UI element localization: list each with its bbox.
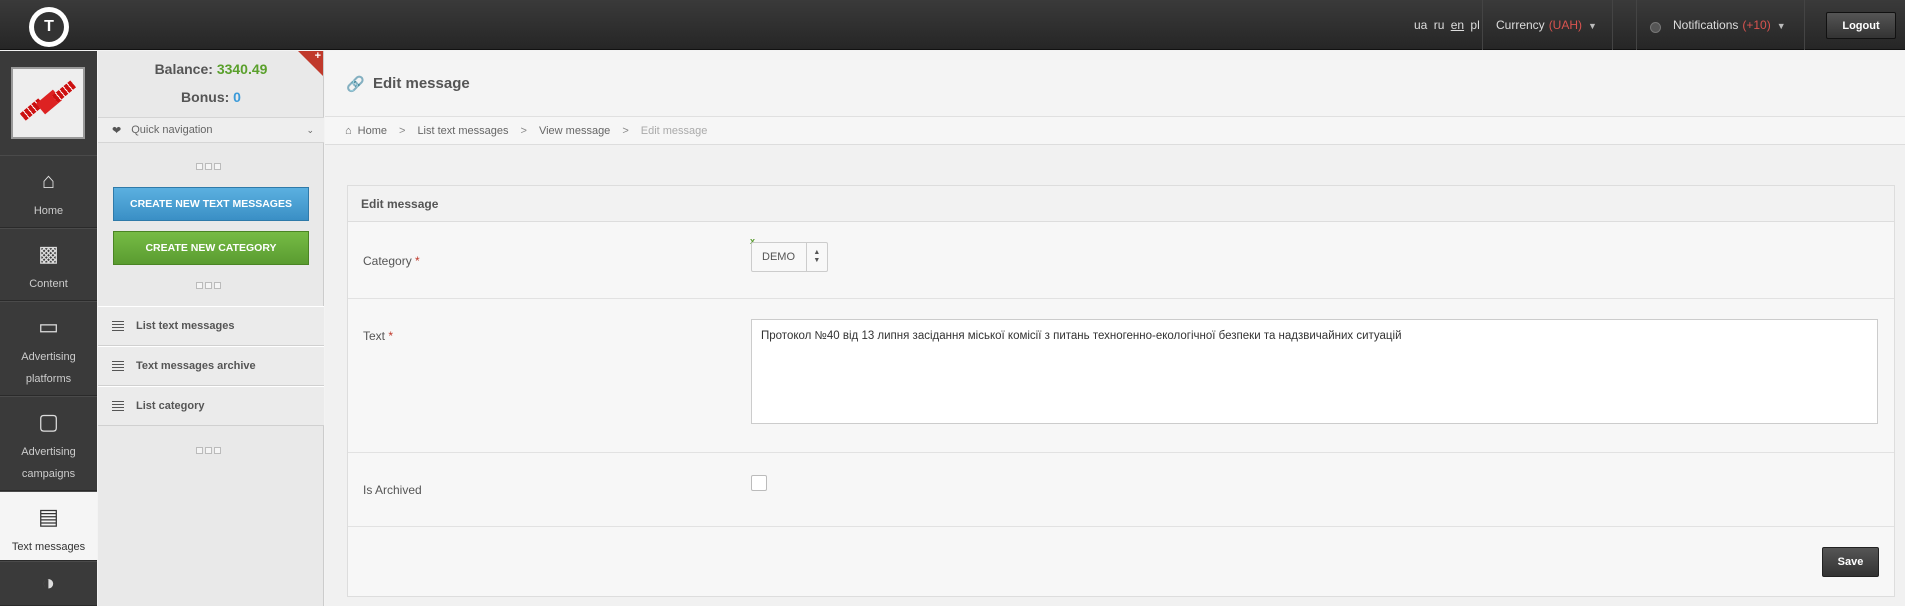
breadcrumb-home[interactable]: Home [358, 125, 387, 137]
text-messages-icon: ▤ [38, 504, 59, 529]
main-content: 🔗 Edit message ⌂ Home > List text messag… [325, 51, 1905, 606]
breadcrumb-list-text-messages[interactable]: List text messages [417, 125, 508, 137]
sidebar-link-label: List text messages [136, 320, 235, 332]
nav-label: Advertising campaigns [21, 446, 76, 480]
top-bar: T ua ru en pl Currency (UAH) ▼ Notificatio… [0, 0, 1905, 50]
save-button[interactable]: Save [1822, 547, 1879, 577]
edit-message-panel: Edit message Category * x DEMO ▲ ▼ Text *… [347, 185, 1895, 597]
monitor-icon: ▭ [38, 314, 59, 339]
chevron-down-icon: ▼ [1588, 21, 1597, 31]
lang-pl[interactable]: pl [1470, 18, 1479, 32]
panel-title: Edit message [348, 186, 1894, 222]
notification-icon [1650, 22, 1661, 33]
nav-label: Advertising platforms [21, 351, 76, 385]
logo-mark: T [34, 12, 64, 42]
home-icon: ⌂ [41, 168, 56, 193]
balance: Balance: 3340.49 [98, 61, 324, 77]
breadcrumb: ⌂ Home > List text messages > View messa… [325, 117, 1905, 145]
balance-label: Balance: [154, 61, 213, 77]
lang-ua[interactable]: ua [1414, 18, 1427, 32]
nav-text-messages[interactable]: ▤ Text messages [0, 491, 97, 561]
breadcrumb-separator: > [520, 124, 527, 137]
avatar[interactable] [11, 67, 85, 139]
resize-handle[interactable] [196, 163, 226, 171]
archived-checkbox[interactable] [751, 475, 767, 491]
currency-value: (UAH) [1548, 18, 1583, 32]
divider [1482, 0, 1483, 50]
quick-navigation-label: Quick navigation [131, 124, 213, 136]
video-camera-icon: ▩ [38, 241, 59, 266]
link-icon: 🔗 [346, 76, 365, 93]
notifications-label: Notifications [1673, 18, 1739, 32]
page-header: 🔗 Edit message [325, 51, 1905, 117]
nav-label: Home [33, 205, 64, 217]
nav-advertising-platforms[interactable]: ▭ Advertising platforms [0, 301, 97, 396]
text-field[interactable]: Протокол №40 від 13 липня засідання місь… [751, 319, 1878, 424]
nav-label: Content [29, 278, 68, 290]
divider [1636, 0, 1637, 50]
logout-button[interactable]: Logout [1826, 12, 1896, 39]
home-icon: ⌂ [345, 124, 352, 137]
create-category-button[interactable]: CREATE NEW CATEGORY [113, 231, 309, 265]
app-logo[interactable]: T [29, 7, 69, 47]
list-icon [112, 361, 124, 371]
category-row: Category * x DEMO ▲ ▼ [348, 223, 1894, 299]
list-bullets-icon [112, 401, 124, 411]
icon-sidebar: ⌂ Home ▩ Content ▭ Advertising platforms… [0, 51, 97, 606]
currency-label: Currency [1496, 18, 1545, 32]
bonus-value: 0 [233, 89, 241, 105]
folder-icon: ▢ [38, 409, 59, 434]
bonus: Bonus: 0 [98, 89, 324, 105]
nav-advertising-campaigns[interactable]: ▢ Advertising campaigns [0, 396, 97, 491]
nav-home[interactable]: ⌂ Home [0, 155, 97, 228]
sidebar-link-label: Text messages archive [136, 360, 256, 372]
currency-dropdown[interactable]: Currency (UAH) ▼ [1496, 18, 1597, 32]
divider [1612, 0, 1613, 50]
archived-label: Is Archived [363, 483, 422, 497]
sidebar-link-text-messages-archive[interactable]: Text messages archive [98, 346, 324, 386]
nav-more[interactable]: ◑ [0, 561, 97, 606]
sidebar-link-list-text-messages[interactable]: List text messages [98, 306, 324, 346]
breadcrumb-current: Edit message [640, 124, 708, 137]
resize-handle[interactable] [196, 282, 226, 290]
category-select[interactable]: DEMO ▲ ▼ [751, 242, 828, 272]
resize-handle[interactable] [196, 447, 226, 455]
chevron-down-icon: ▼ [1776, 21, 1786, 31]
category-label: Category * [363, 254, 420, 268]
page-title: Edit message [373, 75, 470, 92]
satellite-dish-icon: ◑ [41, 570, 56, 595]
sidebar-link-list-category[interactable]: List category [98, 386, 324, 426]
satellite-icon [19, 80, 77, 123]
chevron-down-icon: ⌄ [306, 124, 314, 135]
lang-en[interactable]: en [1451, 18, 1464, 32]
breadcrumb-separator: > [622, 124, 629, 137]
bonus-label: Bonus: [181, 89, 230, 105]
archived-row: Is Archived [348, 453, 1894, 527]
text-label: Text * [363, 329, 394, 343]
breadcrumb-separator: > [399, 124, 406, 137]
sidebar-link-label: List category [136, 400, 205, 412]
heart-icon: ❤ [112, 124, 122, 137]
quick-navigation-dropdown[interactable]: ❤ Quick navigation ⌄ [98, 117, 324, 143]
notifications-dropdown[interactable]: Notifications (+10) ▼ [1673, 18, 1786, 32]
sort-arrows-icon: ▲ ▼ [805, 243, 827, 271]
language-switcher: ua ru en pl [1414, 18, 1483, 32]
lang-ru[interactable]: ru [1434, 18, 1445, 32]
text-row: Text * Протокол №40 від 13 липня засідан… [348, 299, 1894, 453]
list-icon [112, 321, 124, 331]
divider [1804, 0, 1805, 50]
notifications-count: (+10) [1742, 18, 1771, 32]
breadcrumb-view-message[interactable]: View message [539, 125, 610, 137]
nav-content[interactable]: ▩ Content [0, 228, 97, 301]
category-value: DEMO [762, 251, 795, 263]
secondary-sidebar: + Balance: 3340.49 Bonus: 0 ❤ Quick navi… [98, 50, 324, 606]
balance-value: 3340.49 [216, 61, 268, 77]
create-text-messages-button[interactable]: CREATE NEW TEXT MESSAGES [113, 187, 309, 221]
nav-label: Text messages [11, 541, 86, 553]
